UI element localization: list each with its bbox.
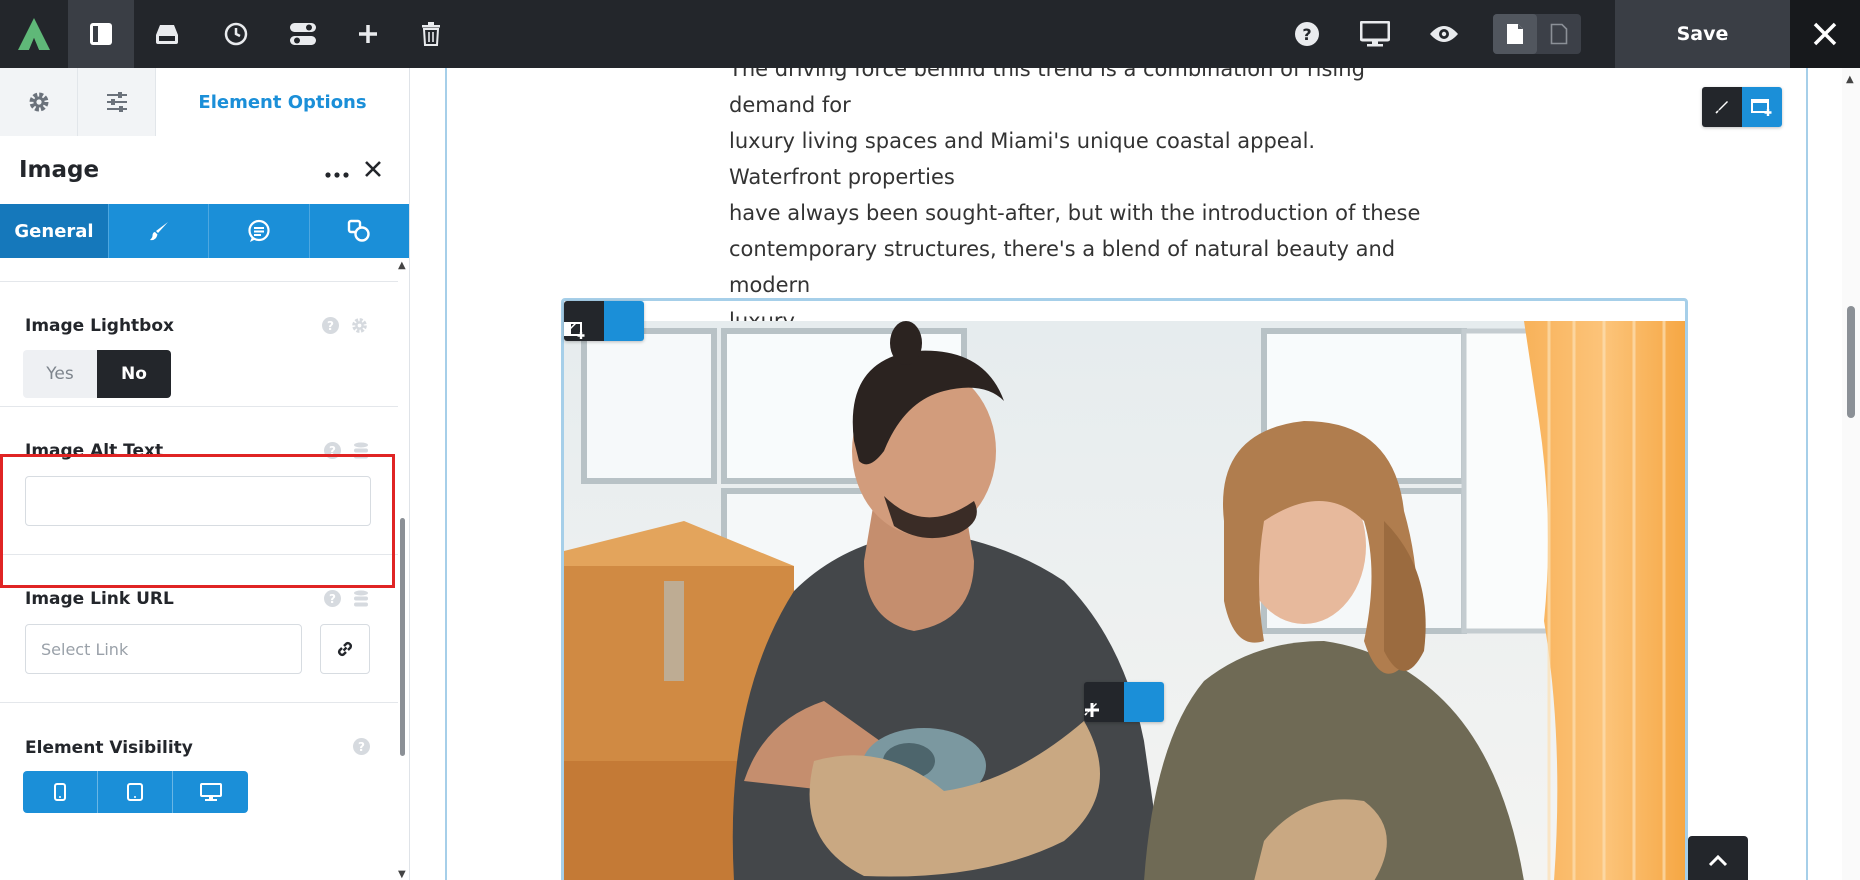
link-url-label: Image Link URL (25, 589, 174, 609)
options-list: Image Lightbox ? Yes No Image Alt Text ?… (0, 258, 398, 880)
scroll-up-icon[interactable]: ▲ (1846, 74, 1854, 85)
element-options-panel: Element Options Image General Image Ligh… (0, 68, 410, 880)
page-scrollbar[interactable]: ▲ (1842, 68, 1860, 880)
lightbox-toggle: Yes No (23, 350, 171, 398)
visibility-buttons (23, 771, 248, 813)
page-icon[interactable] (1493, 14, 1537, 54)
scrollbar-thumb[interactable] (400, 518, 405, 756)
chevron-up-icon (1708, 855, 1728, 867)
toggles-icon[interactable] (270, 0, 336, 68)
lightbox-label: Image Lightbox (25, 316, 174, 336)
field-element-visibility: Element Visibility ? (0, 702, 398, 880)
page-mode-toggle (1493, 14, 1581, 54)
tab-settings[interactable] (0, 68, 78, 136)
trash-icon[interactable] (398, 0, 464, 68)
element-controls (1084, 682, 1164, 722)
page-canvas: The driving force behind this trend is a… (410, 68, 1842, 880)
image-element[interactable] (561, 298, 1688, 880)
visibility-label: Element Visibility (25, 738, 193, 758)
subtab-extras[interactable] (208, 204, 308, 258)
add-icon[interactable] (335, 0, 401, 68)
lightbox-yes-button[interactable]: Yes (23, 350, 97, 398)
scroll-down-icon[interactable]: ▼ (398, 869, 406, 880)
tab-element-options[interactable]: Element Options (156, 68, 409, 136)
image-controls (564, 301, 644, 341)
add-element-icon[interactable] (1085, 682, 1164, 722)
add-column-icon[interactable] (564, 301, 644, 341)
brush-icon (149, 222, 168, 241)
scroll-up-icon[interactable]: ▲ (398, 260, 406, 271)
chat-icon (248, 219, 270, 242)
gear-icon[interactable] (351, 317, 368, 334)
sliders-icon (106, 92, 127, 112)
page-outline-icon[interactable] (1537, 14, 1581, 54)
link-url-input[interactable] (25, 624, 302, 674)
option-subtabs: General (0, 204, 409, 258)
help-icon[interactable]: ? (322, 317, 339, 334)
highlight-box (0, 454, 395, 588)
close-panel-icon[interactable] (355, 156, 391, 184)
svg-text:?: ? (1302, 25, 1311, 44)
lightbox-no-button[interactable]: No (97, 350, 171, 398)
panel-tabs: Element Options (0, 68, 409, 136)
shapes-icon (348, 219, 371, 242)
help-icon[interactable]: ? (324, 590, 341, 607)
help-icon[interactable]: ? (1274, 0, 1340, 68)
close-icon[interactable] (1790, 0, 1860, 68)
element-header: Image (0, 136, 409, 204)
desktop-icon[interactable] (173, 771, 248, 813)
edit-icon[interactable] (1702, 87, 1742, 127)
save-button[interactable]: Save (1615, 0, 1790, 68)
database-icon[interactable] (353, 590, 369, 607)
logo-icon[interactable] (0, 0, 68, 68)
mobile-icon[interactable] (23, 771, 98, 813)
desktop-preview-icon[interactable] (1342, 0, 1408, 68)
scroll-to-top-button[interactable] (1688, 836, 1748, 880)
element-title: Image (19, 157, 100, 183)
sidebar-toggle-icon[interactable] (68, 0, 134, 68)
eye-icon[interactable] (1411, 0, 1477, 68)
paragraph-line: have always been sought-after, but with … (729, 201, 1421, 225)
container-controls (1702, 87, 1782, 127)
subtab-dynamic[interactable] (308, 204, 409, 258)
history-icon[interactable] (203, 0, 269, 68)
paragraph-line: luxury living spaces and Miami's unique … (729, 129, 1316, 189)
link-icon[interactable] (320, 624, 370, 674)
paragraph-line: contemporary structures, there's a blend… (729, 237, 1396, 297)
subtab-general[interactable]: General (0, 204, 108, 258)
more-options-icon[interactable] (319, 156, 355, 184)
field-image-lightbox: Image Lightbox ? Yes No (0, 281, 398, 406)
library-icon[interactable] (134, 0, 200, 68)
gear-icon (29, 92, 48, 112)
couple-photo (564, 321, 1685, 880)
panel-scrollbar[interactable]: ▲ ▼ (398, 258, 409, 880)
subtab-design[interactable] (108, 204, 208, 258)
scrollbar-thumb[interactable] (1847, 306, 1855, 418)
paragraph-line: The driving force behind this trend is a… (729, 68, 1365, 117)
tablet-icon[interactable] (98, 771, 173, 813)
tab-adjustments[interactable] (78, 68, 156, 136)
add-container-icon[interactable] (1742, 87, 1782, 127)
top-toolbar: ? Save (0, 0, 1860, 68)
help-icon[interactable]: ? (353, 738, 370, 755)
